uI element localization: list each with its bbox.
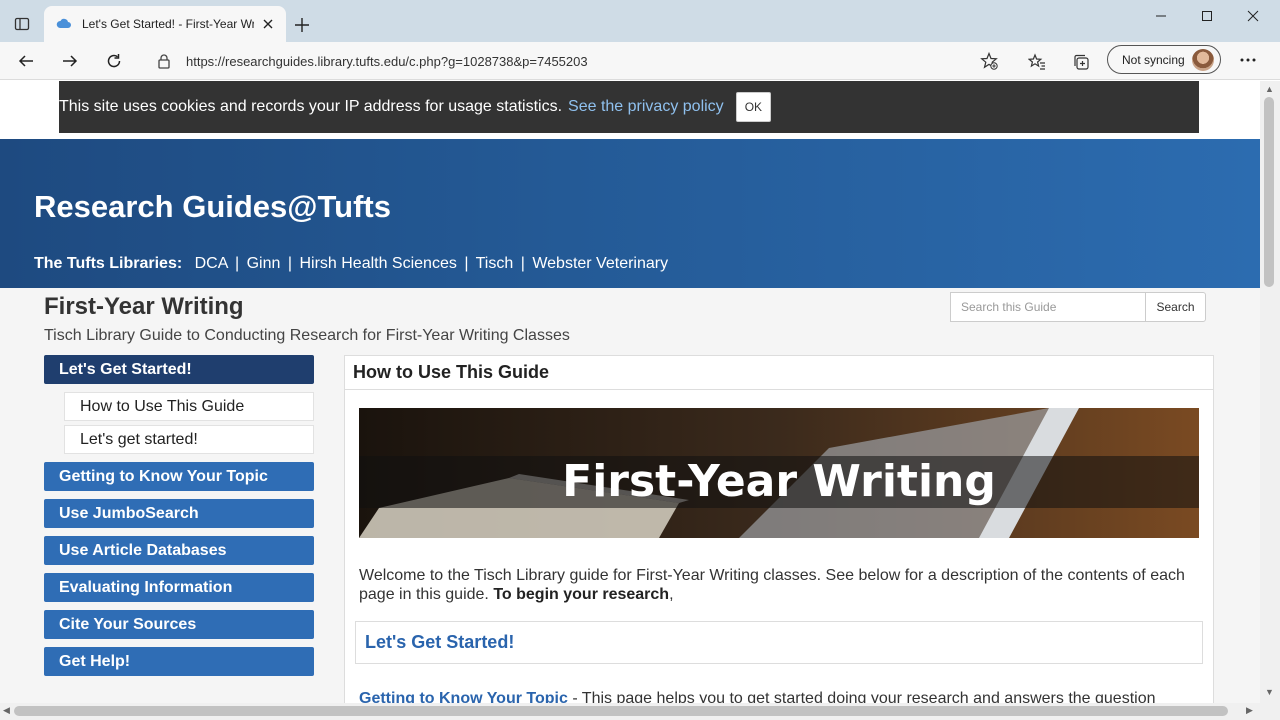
close-tab-icon[interactable] <box>260 16 276 32</box>
scroll-up-icon[interactable]: ▲ <box>1265 84 1274 94</box>
vertical-scrollbar[interactable]: ▲ ▼ <box>1260 81 1280 703</box>
tab-actions-icon[interactable] <box>8 10 36 38</box>
guide-description: Tisch Library Guide to Conducting Resear… <box>44 327 570 344</box>
lock-icon <box>158 54 170 69</box>
url-text: https://researchguides.library.tufts.edu… <box>186 53 588 69</box>
address-bar: https://researchguides.library.tufts.edu… <box>0 42 1280 80</box>
browser-tab-active[interactable]: Let's Get Started! - First-Year Wri <box>44 6 286 42</box>
nav-item-help[interactable]: Get Help! <box>44 647 314 676</box>
close-window-icon[interactable] <box>1230 0 1276 32</box>
cookie-banner: This site uses cookies and records your … <box>59 81 1199 133</box>
scrollbar-corner <box>1260 703 1280 720</box>
scroll-down-icon[interactable]: ▼ <box>1265 687 1274 697</box>
page-title: First-Year Writing <box>44 293 244 320</box>
cookie-text: This site uses cookies and records your … <box>59 98 563 115</box>
scroll-left-icon[interactable]: ◀ <box>3 705 10 716</box>
profile-button[interactable]: Not syncing <box>1107 45 1221 74</box>
nav-item-cite[interactable]: Cite Your Sources <box>44 610 314 639</box>
cookie-ok-button[interactable]: OK <box>735 92 772 122</box>
maximize-icon[interactable] <box>1184 0 1230 32</box>
site-header: Research Guides@Tufts The Tufts Librarie… <box>0 139 1260 288</box>
avatar <box>1192 49 1214 71</box>
separator: | <box>464 255 469 272</box>
separator: | <box>520 255 525 272</box>
add-favorite-star-icon[interactable] <box>980 51 998 75</box>
favorites-icon[interactable] <box>1023 48 1051 76</box>
forward-arrow-icon[interactable] <box>56 47 84 75</box>
welcome-tail: , <box>669 586 674 603</box>
topic-description: - This page helps you to get started doi… <box>567 690 1156 703</box>
nav-item-databases[interactable]: Use Article Databases <box>44 536 314 565</box>
library-link-ginn[interactable]: Ginn <box>247 255 281 272</box>
nav-subitem-lets-get-started[interactable]: Let's get started! <box>64 425 314 454</box>
vertical-scroll-thumb[interactable] <box>1264 97 1274 287</box>
refresh-icon[interactable] <box>100 47 128 75</box>
separator: | <box>234 255 240 272</box>
next-section-line: Getting to Know Your Topic - This page h… <box>359 690 1156 703</box>
back-arrow-icon[interactable] <box>12 47 40 75</box>
privacy-policy-link[interactable]: See the privacy policy <box>568 98 724 116</box>
search-input[interactable]: Search this Guide <box>950 292 1146 322</box>
library-link-webster[interactable]: Webster Veterinary <box>532 255 668 272</box>
separator: | <box>287 255 292 272</box>
cookie-strip: This site uses cookies and records your … <box>0 81 1260 139</box>
page-viewport: This site uses cookies and records your … <box>0 81 1260 703</box>
scroll-right-icon[interactable]: ▶ <box>1246 705 1253 716</box>
welcome-paragraph: Welcome to the Tisch Library guide for F… <box>359 566 1199 604</box>
library-link-tisch[interactable]: Tisch <box>476 255 514 272</box>
horizontal-scroll-thumb[interactable] <box>14 706 1228 716</box>
new-tab-icon[interactable] <box>290 13 314 37</box>
profile-label: Not syncing <box>1122 52 1185 67</box>
welcome-bold: To begin your research <box>493 586 670 603</box>
nav-item-jumbosearch[interactable]: Use JumboSearch <box>44 499 314 528</box>
box-title: How to Use This Guide <box>345 356 1213 390</box>
welcome-text: Welcome to the Tisch Library guide for F… <box>359 567 1185 603</box>
search-button[interactable]: Search <box>1145 292 1206 322</box>
content-box: How to Use This Guide First-Year Writing <box>344 355 1214 703</box>
lets-get-started-link[interactable]: Let's Get Started! <box>365 632 514 653</box>
url-field[interactable]: https://researchguides.library.tufts.edu… <box>144 46 1012 76</box>
libraries-label: The Tufts Libraries: <box>34 255 183 272</box>
libraries-nav: The Tufts Libraries: DCA | Ginn | Hirsh … <box>34 255 668 273</box>
nav-item-topic[interactable]: Getting to Know Your Topic <box>44 462 314 491</box>
library-link-dca[interactable]: DCA <box>195 255 228 272</box>
tab-title: Let's Get Started! - First-Year Wri <box>82 17 254 31</box>
browser-tab-bar: Let's Get Started! - First-Year Wri <box>0 0 1280 42</box>
site-title[interactable]: Research Guides@Tufts <box>34 189 391 225</box>
minimize-icon[interactable] <box>1138 0 1184 32</box>
banner-image: First-Year Writing <box>359 408 1199 538</box>
guide-side-nav: Let's Get Started! How to Use This Guide… <box>44 355 314 684</box>
cloud-favicon-icon <box>56 18 71 28</box>
collections-icon[interactable] <box>1067 48 1095 76</box>
more-options-icon[interactable] <box>1234 46 1262 74</box>
banner-text: First-Year Writing <box>562 456 996 507</box>
horizontal-scrollbar[interactable]: ◀ ▶ <box>0 703 1260 720</box>
nav-subitem-how-to-use[interactable]: How to Use This Guide <box>64 392 314 421</box>
library-link-hirsh[interactable]: Hirsh Health Sciences <box>299 255 456 272</box>
topic-link[interactable]: Getting to Know Your Topic <box>359 690 568 703</box>
nav-item-evaluating[interactable]: Evaluating Information <box>44 573 314 602</box>
nav-item-lets-get-started[interactable]: Let's Get Started! <box>44 355 314 384</box>
inner-link-box: Let's Get Started! <box>355 621 1203 664</box>
